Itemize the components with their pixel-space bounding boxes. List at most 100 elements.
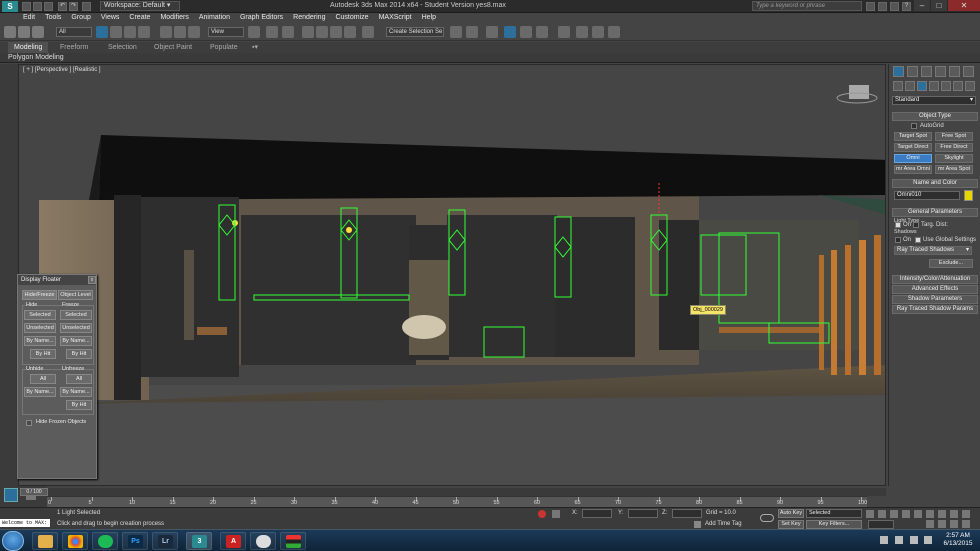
advanced-effects-rollout[interactable]: Advanced Effects [892, 285, 978, 294]
perspective-viewport[interactable]: [ + ] [Perspective ] [Realistic ] Obj_00… [18, 64, 886, 486]
time-slider-handle[interactable]: 0 / 100 [20, 488, 48, 496]
space-warps-icon[interactable] [953, 81, 963, 91]
geometry-icon[interactable] [893, 81, 903, 91]
auto-key-button[interactable]: Auto Key [778, 509, 804, 518]
ribbon-options-icon[interactable]: ▪▾ [246, 42, 264, 53]
menu-views[interactable]: Views [96, 13, 125, 23]
intensity-rollout[interactable]: Intensity/Color/Attenuation [892, 275, 978, 284]
menu-group[interactable]: Group [66, 13, 95, 23]
target-spot-button[interactable]: Target Spot [894, 132, 932, 141]
keyword-search-input[interactable]: Type a keyword or phrase [752, 1, 862, 11]
object-name-field[interactable]: Omni010 [894, 191, 960, 200]
systems-icon[interactable] [965, 81, 975, 91]
x-coordinate-field[interactable] [582, 509, 612, 518]
hide-by-hit-button[interactable]: By Hit [30, 349, 56, 359]
free-spot-button[interactable]: Free Spot [935, 132, 973, 141]
select-rotate-icon[interactable] [174, 26, 186, 38]
freeze-by-hit-button[interactable]: By Hit [66, 349, 92, 359]
free-direct-button[interactable]: Free Direct [935, 143, 973, 152]
object-type-rollout[interactable]: Object Type [892, 112, 978, 121]
key-mode-dropdown[interactable]: Selected [806, 509, 862, 518]
menu-animation[interactable]: Animation [194, 13, 235, 23]
shadow-params-rollout[interactable]: Shadow Parameters [892, 295, 978, 304]
target-direct-button[interactable]: Target Direct [894, 143, 932, 152]
autocad-icon[interactable]: A [220, 532, 246, 550]
freeze-unselected-button[interactable]: Unselected [60, 323, 92, 333]
angle-snap-icon[interactable] [316, 26, 328, 38]
helpers-icon[interactable] [941, 81, 951, 91]
spotify-icon[interactable] [92, 532, 118, 550]
tray-volume-icon[interactable] [895, 536, 903, 544]
menu-help[interactable]: Help [417, 13, 441, 23]
tray-action-center-icon[interactable] [924, 536, 932, 544]
autogrid-checkbox[interactable] [911, 123, 917, 129]
menu-modifiers[interactable]: Modifiers [155, 13, 193, 23]
maximize-viewport-icon[interactable] [962, 520, 970, 528]
y-coordinate-field[interactable] [628, 509, 658, 518]
menu-tools[interactable]: Tools [40, 13, 66, 23]
freeze-selected-button[interactable]: Selected [60, 310, 92, 320]
spinner-snap-icon[interactable] [344, 26, 356, 38]
hide-frozen-checkbox[interactable] [26, 420, 32, 426]
field-of-view-icon[interactable] [926, 520, 934, 528]
exclude-button[interactable]: Exclude... [929, 259, 973, 268]
graphite-ribbon-icon[interactable] [504, 26, 516, 38]
shadow-type-dropdown[interactable]: Ray Traced Shadows ▾ [894, 246, 972, 255]
zoom-icon[interactable] [926, 510, 934, 518]
previous-frame-icon[interactable] [878, 510, 886, 518]
go-to-end-icon[interactable] [914, 510, 922, 518]
save-file-icon[interactable] [44, 2, 53, 11]
menu-graph-editors[interactable]: Graph Editors [235, 13, 288, 23]
redo-icon[interactable]: ↷ [69, 2, 78, 11]
percent-snap-icon[interactable] [330, 26, 342, 38]
maximize-button[interactable]: □ [931, 0, 947, 11]
floater-close-icon[interactable]: x [88, 276, 96, 284]
search-icon[interactable] [866, 2, 875, 11]
new-file-icon[interactable] [22, 2, 31, 11]
keyboard-shortcut-icon[interactable] [282, 26, 294, 38]
menu-maxscript[interactable]: MAXScript [374, 13, 417, 23]
flag-icon[interactable] [280, 532, 306, 550]
shapes-icon[interactable] [905, 81, 915, 91]
unfreeze-by-name-button[interactable]: By Name... [60, 387, 92, 397]
display-tab-icon[interactable] [949, 66, 960, 77]
hierarchy-tab-icon[interactable] [921, 66, 932, 77]
omni-button[interactable]: Omni [894, 154, 932, 163]
tab-hide-freeze[interactable]: Hide/Freeze [22, 290, 57, 300]
raytraced-params-rollout[interactable]: Ray Traced Shadow Params [892, 305, 978, 314]
name-color-rollout[interactable]: Name and Color [892, 179, 978, 188]
freeze-by-name-button[interactable]: By Name... [60, 336, 92, 346]
help-icon[interactable]: ? [902, 2, 911, 11]
cameras-icon[interactable] [929, 81, 939, 91]
pivot-center-icon[interactable] [248, 26, 260, 38]
minimize-button[interactable]: – [914, 0, 930, 11]
track-bar[interactable]: 0 5 10 15 20 25 30 35 40 45 50 55 60 65 70 75 80 85 90 95 10… [47, 496, 867, 507]
close-button[interactable]: ✕ [948, 0, 980, 11]
reference-coordinate-dropdown[interactable]: View [208, 27, 244, 37]
app-logo-icon[interactable]: S [2, 1, 18, 12]
zoom-extents-all-icon[interactable] [962, 510, 970, 518]
subscription-icon[interactable] [878, 2, 887, 11]
select-link-icon[interactable] [4, 26, 16, 38]
render-setup-icon[interactable] [576, 26, 588, 38]
rendered-frame-window-icon[interactable] [592, 26, 604, 38]
hide-unselected-button[interactable]: Unselected [24, 323, 56, 333]
start-button[interactable] [2, 531, 24, 551]
align-icon[interactable] [466, 26, 478, 38]
named-selection-dropdown[interactable]: Create Selection Se [386, 27, 444, 37]
project-folder-icon[interactable] [82, 2, 91, 11]
next-frame-icon[interactable] [902, 510, 910, 518]
modify-tab-icon[interactable] [907, 66, 918, 77]
material-editor-icon[interactable] [558, 26, 570, 38]
shadows-on-checkbox[interactable] [895, 237, 901, 243]
tab-object-level[interactable]: Object Level [58, 290, 93, 300]
render-production-icon[interactable] [608, 26, 620, 38]
unlink-icon[interactable] [18, 26, 30, 38]
schematic-view-icon[interactable] [536, 26, 548, 38]
time-tag-icon[interactable] [694, 521, 701, 528]
edit-named-selection-icon[interactable] [362, 26, 374, 38]
tab-selection[interactable]: Selection [102, 42, 143, 53]
hide-by-name-button[interactable]: By Name... [24, 336, 56, 346]
motion-tab-icon[interactable] [935, 66, 946, 77]
select-by-name-icon[interactable] [110, 26, 122, 38]
